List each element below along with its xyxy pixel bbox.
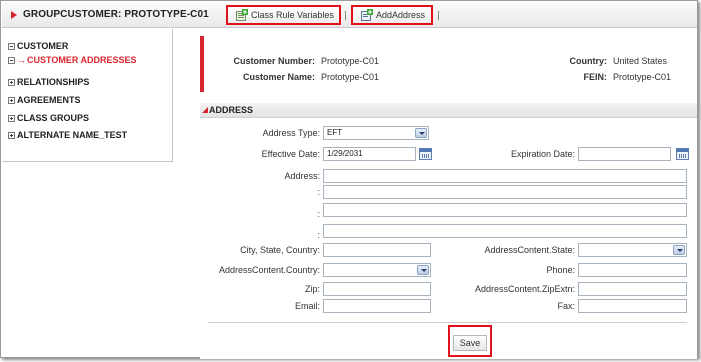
title-bar: GROUPCUSTOMER: PROTOTYPE-C01 Class Rule … — [2, 2, 697, 28]
expand-icon[interactable] — [8, 78, 15, 86]
add-address-button[interactable]: AddAddress — [351, 5, 433, 25]
fax-input[interactable] — [578, 299, 687, 313]
arrow-right-icon: → — [17, 55, 26, 65]
collapse-icon[interactable] — [8, 42, 15, 50]
zip-extn-input[interactable] — [578, 282, 687, 296]
app-window: GROUPCUSTOMER: PROTOTYPE-C01 Class Rule … — [0, 0, 698, 359]
fein-label: FEIN: — [583, 72, 608, 82]
email-label: Email: — [294, 301, 320, 311]
save-highlight: Save — [448, 325, 492, 357]
zip-extn-label: AddressContent.ZipExtn: — [474, 284, 575, 294]
zip-label: Zip: — [304, 284, 320, 294]
sidebar-item-class-groups[interactable]: CLASS GROUPS — [8, 112, 89, 124]
address-line-3-input[interactable] — [323, 203, 687, 217]
sidebar-item-label: AGREEMENTS — [17, 95, 81, 105]
customer-name-label: Customer Name: — [242, 72, 315, 82]
save-button[interactable]: Save — [453, 335, 487, 351]
chevron-down-icon[interactable] — [415, 128, 427, 138]
chevron-down-icon[interactable] — [673, 245, 685, 255]
address-line-1-input[interactable] — [323, 169, 687, 183]
class-rule-variables-label: Class Rule Variables — [251, 10, 334, 20]
city-state-country-label: City, State, Country: — [240, 245, 320, 255]
page-title: GROUPCUSTOMER: PROTOTYPE-C01 — [23, 9, 209, 20]
toolbar-separator — [438, 11, 439, 20]
add-address-label: AddAddress — [376, 10, 426, 20]
zip-input[interactable] — [323, 282, 431, 296]
expiration-date-input[interactable] — [578, 147, 671, 161]
effective-date-input[interactable]: 1/29/2031 — [323, 147, 416, 161]
address-line-2-input[interactable] — [323, 185, 687, 199]
calendar-icon[interactable] — [676, 148, 689, 160]
address-line-4-input[interactable] — [323, 224, 687, 238]
sidebar-item-customer[interactable]: CUSTOMER — [8, 40, 68, 52]
state-label: AddressContent.State: — [484, 245, 575, 255]
country-value: United States — [613, 56, 668, 66]
address-label: Address: — [284, 171, 320, 181]
sidebar-item-label: CUSTOMER ADDRESSES — [27, 55, 137, 65]
effective-date-label: Effective Date: — [261, 149, 320, 159]
email-input[interactable] — [323, 299, 431, 313]
sidebar-item-agreements[interactable]: AGREEMENTS — [8, 94, 81, 106]
fein-value: Prototype-C01 — [613, 72, 672, 82]
city-state-country-input[interactable] — [323, 243, 431, 257]
sidebar-item-label: CUSTOMER — [17, 41, 69, 51]
expiration-date-label: Expiration Date: — [510, 149, 575, 159]
form-divider — [208, 322, 687, 323]
customer-summary: Customer Number: Prototype-C01 Customer … — [200, 36, 697, 92]
address-type-value: EFT — [327, 128, 343, 137]
address-section-header[interactable]: ADDRESS — [200, 103, 697, 118]
customer-name-value: Prototype-C01 — [321, 72, 380, 82]
chevron-down-icon[interactable] — [417, 265, 429, 275]
sidebar-item-relationships[interactable]: RELATIONSHIPS — [8, 76, 89, 88]
sidebar-item-label: RELATIONSHIPS — [17, 77, 90, 87]
toolbar-separator — [345, 11, 346, 20]
address-panel: ADDRESS Address Type: EFT Effective Date… — [200, 103, 697, 359]
phone-label: Phone: — [546, 265, 575, 275]
collapse-icon[interactable] — [8, 56, 15, 64]
class-rule-variables-icon — [236, 9, 248, 21]
sidebar: CUSTOMER → CUSTOMER ADDRESSES RELATIONSH… — [2, 29, 173, 162]
add-address-icon — [361, 9, 373, 21]
sidebar-item-customer-addresses[interactable]: → CUSTOMER ADDRESSES — [8, 54, 137, 66]
country-select[interactable] — [323, 263, 431, 277]
title-arrow-icon — [11, 11, 17, 19]
expand-icon[interactable] — [8, 114, 15, 122]
customer-number-label: Customer Number: — [233, 56, 315, 66]
address-line-2-label: : — [317, 187, 320, 197]
country-select-label: AddressContent.Country: — [218, 265, 320, 275]
address-type-label: Address Type: — [262, 128, 320, 138]
class-rule-variables-button[interactable]: Class Rule Variables — [226, 5, 341, 25]
expand-icon[interactable] — [8, 131, 15, 139]
country-label: Country: — [569, 56, 608, 66]
expand-icon[interactable] — [8, 96, 15, 104]
address-type-select[interactable]: EFT — [323, 126, 429, 140]
collapse-triangle-icon[interactable] — [202, 107, 208, 113]
address-line-4-label: : — [317, 230, 320, 240]
address-section-title: ADDRESS — [209, 105, 254, 115]
sidebar-item-label: ALTERNATE NAME_TEST — [17, 130, 128, 140]
calendar-icon[interactable] — [419, 148, 432, 160]
address-line-3-label: : — [317, 209, 320, 219]
fax-label: Fax: — [557, 301, 575, 311]
customer-number-value: Prototype-C01 — [321, 56, 380, 66]
sidebar-item-label: CLASS GROUPS — [17, 113, 90, 123]
phone-input[interactable] — [578, 263, 687, 277]
state-select[interactable] — [578, 243, 687, 257]
sidebar-item-alternate-name-test[interactable]: ALTERNATE NAME_TEST — [8, 129, 127, 141]
